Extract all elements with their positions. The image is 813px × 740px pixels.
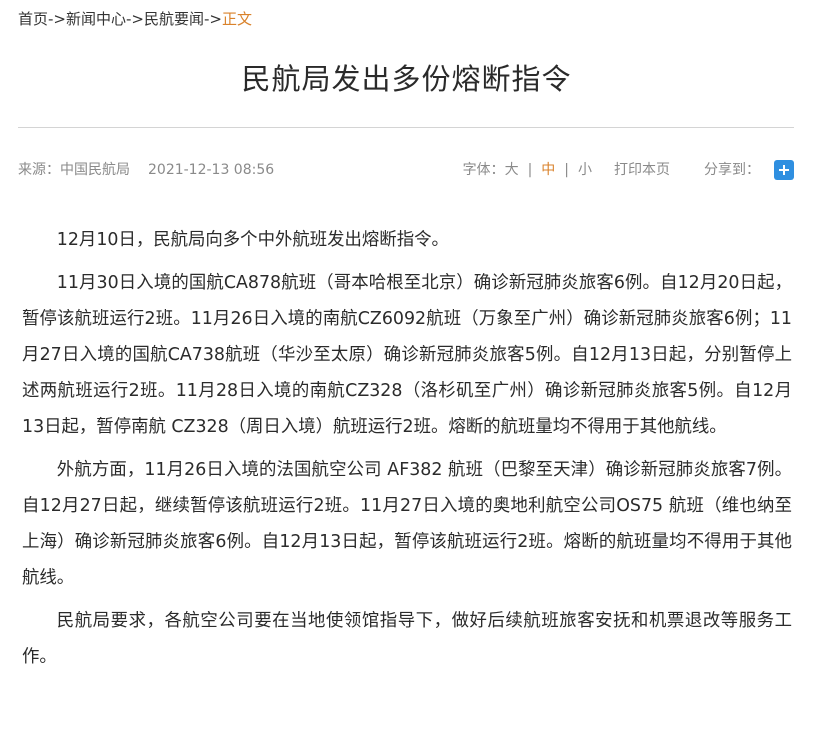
breadcrumb-separator: ->	[126, 10, 144, 28]
font-size-separator: |	[564, 162, 569, 178]
font-size-label: 字体：	[462, 162, 505, 178]
title-divider	[18, 127, 794, 128]
article-body: 12月10日，民航局向多个中外航班发出熔断指令。 11月30日入境的国航CA87…	[22, 222, 792, 682]
font-size-separator: |	[527, 162, 533, 178]
breadcrumb-current: 正文	[222, 10, 253, 28]
breadcrumb-home[interactable]: 首页	[18, 10, 48, 28]
plus-icon[interactable]	[774, 160, 794, 180]
article-meta: 来源：中国民航局 2021-12-13 08:56 字体： 大 | 中 | 小 打…	[18, 158, 794, 182]
breadcrumb-news-center[interactable]: 新闻中心	[66, 10, 126, 28]
article-info: 来源：中国民航局 2021-12-13 08:56	[18, 158, 274, 182]
breadcrumb: 首页->新闻中心->民航要闻->正文	[18, 8, 252, 30]
article-tools: 字体： 大 | 中 | 小 打印本页 分享到：	[463, 158, 794, 182]
page-title: 民航局发出多份熔断指令	[241, 62, 572, 96]
article-paragraph: 民航局要求，各航空公司要在当地使领馆指导下，做好后续航班旅客安抚和机票退改等服务…	[22, 611, 792, 667]
breadcrumb-separator: ->	[48, 10, 66, 28]
font-size-large-button[interactable]: 大	[505, 158, 519, 182]
breadcrumb-aviation-news[interactable]: 民航要闻	[144, 10, 204, 28]
article-source: 来源：中国民航局	[18, 162, 130, 178]
article-paragraph: 12月10日，民航局向多个中外航班发出熔断指令。	[56, 230, 449, 250]
article-paragraph: 外航方面，11月26日入境的法国航空公司 AF382 航班（巴黎至天津）确诊新冠…	[22, 460, 792, 588]
font-size-medium-button[interactable]: 中	[541, 158, 555, 182]
share-label: 分享到：	[704, 162, 760, 178]
article-date: 2021-12-13 08:56	[148, 162, 275, 178]
breadcrumb-separator: ->	[204, 10, 222, 28]
print-page-button[interactable]: 打印本页	[614, 158, 670, 182]
article-paragraph: 11月30日入境的国航CA878航班（哥本哈根至北京）确诊新冠肺炎旅客6例。自1…	[22, 273, 792, 437]
font-size-small-button[interactable]: 小	[578, 158, 592, 182]
